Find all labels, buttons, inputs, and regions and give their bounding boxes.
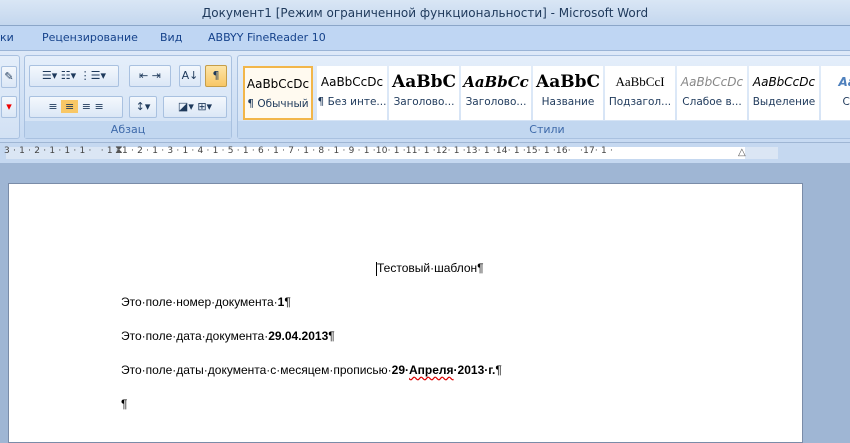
line-text: Это·поле·даты·документа·с·месяцем·пропис… [121, 363, 392, 377]
style-sample: AaBbCc [463, 73, 529, 91]
doc-line-1: Это·поле·номер·документа·1¶ [121, 295, 291, 309]
style-emphasis[interactable]: AaBbCcDc Выделение [749, 66, 819, 120]
style-sample: AaBb [838, 75, 850, 89]
style-heading1[interactable]: AaBbC Заголово... [389, 66, 459, 120]
tab-abbyy[interactable]: ABBYY FineReader 10 [208, 31, 326, 44]
show-marks-button[interactable]: ¶ [205, 65, 227, 87]
doc-title: Тестовый·шаблон¶ [376, 261, 484, 276]
style-sample: AaBbCcDc [320, 75, 384, 89]
style-sample: AaBbC [392, 72, 456, 92]
style-name: Выделение [752, 96, 816, 108]
pilcrow: ¶ [328, 329, 335, 343]
tab-review[interactable]: Рецензирование [42, 31, 138, 44]
style-sample: AaBbCcDc [246, 77, 310, 91]
pilcrow: ¶ [495, 363, 502, 377]
font-color-button[interactable]: ▾ [1, 96, 17, 118]
style-name: Силь [842, 96, 850, 108]
doc-line-3: Это·поле·даты·документа·с·месяцем·пропис… [121, 363, 502, 377]
style-no-spacing[interactable]: AaBbCcDc ¶ Без инте... [317, 66, 387, 120]
justify-icon[interactable]: ≡ [94, 100, 103, 113]
style-name: ¶ Без инте... [317, 96, 387, 108]
ribbon: ✎ ▾ ☰▾ ☷▾ ⋮☰▾ ⇤ ⇥ A↓ ¶ ≡ ≡ ≡ ≡ ↕▾ ◪▾ ⊞▾ … [0, 50, 850, 142]
style-normal[interactable]: AaBbCcDc ¶ Обычный [243, 66, 313, 120]
field-year: ·2013·г. [453, 363, 496, 377]
style-name: ¶ Обычный [247, 98, 309, 110]
style-name: Заголово... [393, 96, 455, 108]
shading-border-buttons[interactable]: ◪▾ ⊞▾ [163, 96, 227, 118]
doc-empty-line: ¶ [121, 397, 128, 411]
styles-group-label: Стили [238, 121, 850, 138]
doc-line-2: Это·поле·дата·документа·29.04.2013¶ [121, 329, 335, 343]
style-sample: AaBbCcDc [680, 75, 744, 89]
right-indent-marker-icon[interactable]: △ [738, 147, 746, 158]
document-page[interactable]: Тестовый·шаблон¶ Это·поле·номер·документ… [8, 183, 803, 443]
style-name: Подзагол... [608, 96, 672, 108]
line-spacing-button[interactable]: ↕▾ [129, 96, 157, 118]
field-day: 29· [391, 363, 409, 377]
indent-marker-icon[interactable]: ⧗ [115, 143, 123, 157]
style-name: Слабое в... [682, 96, 742, 108]
style-subtle-emphasis[interactable]: AaBbCcDc Слабое в... [677, 66, 747, 120]
style-heading2[interactable]: AaBbCc Заголово... [461, 66, 531, 120]
field-doc-date: 29.04.2013 [268, 329, 329, 343]
ribbon-tabs: ки Рецензирование Вид ABBYY FineReader 1… [0, 26, 850, 50]
clear-format-button[interactable]: ✎ [1, 66, 17, 88]
list-buttons[interactable]: ☰▾ ☷▾ ⋮☰▾ [29, 65, 119, 87]
style-sample: AaBbCcDc [752, 75, 816, 89]
style-subtitle[interactable]: AaBbCcI Подзагол... [605, 66, 675, 120]
tab-view[interactable]: Вид [160, 31, 182, 44]
style-name: Название [541, 96, 595, 108]
font-group: ✎ ▾ [0, 55, 20, 139]
align-left-icon[interactable]: ≡ [48, 100, 57, 113]
tab-links[interactable]: ки [0, 31, 14, 44]
paragraph-group: ☰▾ ☷▾ ⋮☰▾ ⇤ ⇥ A↓ ¶ ≡ ≡ ≡ ≡ ↕▾ ◪▾ ⊞▾ Абза… [24, 55, 232, 139]
line-text: Это·поле·номер·документа· [121, 295, 278, 309]
ruler-numbers: 3 · 1 · 2 · 1 · 1 · 1 · · 1 · 1 · 2 · 1 … [4, 146, 614, 156]
style-title[interactable]: AaBbC Название [533, 66, 603, 120]
line-text: Это·поле·дата·документа· [121, 329, 269, 343]
doc-title-text: Тестовый·шаблон¶ [377, 261, 484, 275]
align-right-icon[interactable]: ≡ [82, 100, 91, 113]
sort-button[interactable]: A↓ [179, 65, 201, 87]
field-month: Апреля [409, 363, 454, 377]
indent-buttons[interactable]: ⇤ ⇥ [129, 65, 171, 87]
styles-group: AaBbCcDc ¶ Обычный AaBbCcDc ¶ Без инте... … [237, 55, 850, 139]
align-buttons[interactable]: ≡ ≡ ≡ ≡ [29, 96, 123, 118]
align-center-icon[interactable]: ≡ [61, 100, 79, 113]
pilcrow: ¶ [284, 295, 291, 309]
window-title: Документ1 [Режим ограниченной функционал… [201, 6, 649, 20]
title-bar: Документ1 [Режим ограниченной функционал… [0, 0, 850, 26]
ruler-margin-right [745, 147, 778, 159]
paragraph-group-label: Абзац [25, 121, 231, 138]
style-sample: AaBbC [536, 72, 600, 92]
style-name: Заголово... [465, 96, 527, 108]
style-intense-emphasis[interactable]: AaBb Силь [821, 66, 850, 120]
style-sample: AaBbCcI [615, 74, 665, 89]
horizontal-ruler[interactable]: 3 · 1 · 2 · 1 · 1 · 1 · · 1 · 1 · 2 · 1 … [0, 143, 850, 163]
